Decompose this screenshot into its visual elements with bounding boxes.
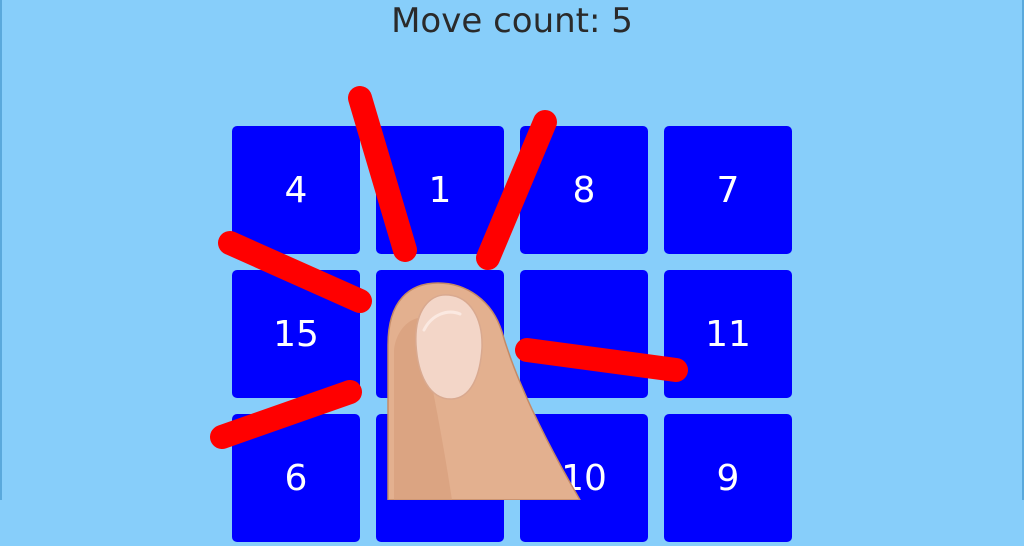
tile-number: 4 xyxy=(284,169,308,211)
puzzle-board: 4 1 8 7 15 11 6 10 9 xyxy=(232,126,792,546)
puzzle-tile[interactable]: 6 xyxy=(232,414,360,542)
puzzle-tile[interactable]: 4 xyxy=(232,126,360,254)
puzzle-tile[interactable] xyxy=(376,414,504,542)
puzzle-tile[interactable]: 8 xyxy=(520,126,648,254)
tile-number: 1 xyxy=(428,169,452,211)
tile-number: 10 xyxy=(561,457,607,499)
puzzle-tile[interactable]: 1 xyxy=(376,126,504,254)
tile-number: 8 xyxy=(572,169,596,211)
puzzle-tile[interactable]: 9 xyxy=(664,414,792,542)
puzzle-tile[interactable] xyxy=(376,270,504,398)
puzzle-tile[interactable]: 10 xyxy=(520,414,648,542)
frame-left-edge xyxy=(0,0,2,500)
tile-number: 15 xyxy=(273,313,319,355)
puzzle-tile[interactable]: 11 xyxy=(664,270,792,398)
tile-number: 9 xyxy=(716,457,740,499)
puzzle-tile[interactable]: 7 xyxy=(664,126,792,254)
puzzle-tile[interactable] xyxy=(520,270,648,398)
tile-number: 11 xyxy=(705,313,751,355)
move-count-label: Move count: 5 xyxy=(391,1,633,41)
tile-number: 7 xyxy=(716,169,740,211)
puzzle-tile[interactable]: 15 xyxy=(232,270,360,398)
tile-number: 6 xyxy=(284,457,308,499)
